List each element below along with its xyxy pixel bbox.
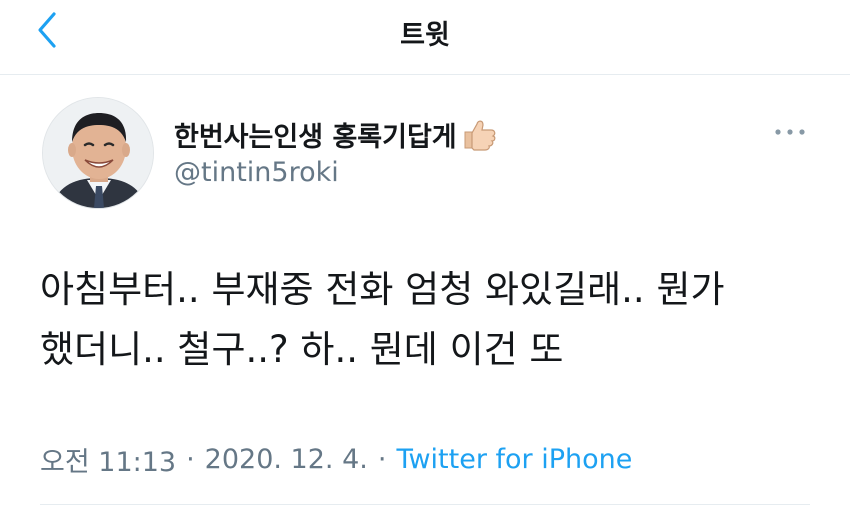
page-title: 트윗	[400, 20, 450, 51]
tweet-source-link[interactable]: Twitter for iPhone	[396, 444, 632, 475]
meta-separator: ·	[377, 443, 387, 475]
tweet-detail-screen: 트윗 한번사는인생 홍록기답게 @tintin5roki 아침부터.. 부재중 …	[0, 0, 850, 511]
more-options-button[interactable]	[770, 120, 810, 144]
divider	[40, 504, 810, 505]
author-handle[interactable]: @tintin5roki	[174, 157, 339, 188]
author-name-row[interactable]: 한번사는인생 홍록기답게	[174, 114, 499, 154]
author-display-name[interactable]: 한번사는인생 홍록기답게	[174, 115, 457, 154]
tweet-meta: 오전 11:13 · 2020. 12. 4. · Twitter for iP…	[40, 437, 632, 481]
avatar[interactable]	[42, 97, 154, 209]
meta-separator: ·	[186, 443, 195, 475]
top-nav-bar: 트윗	[0, 0, 850, 75]
tweet-time: 오전 11:13	[40, 446, 177, 478]
thumbs-up-icon	[459, 114, 499, 154]
more-dots-icon	[775, 129, 805, 135]
avatar-image	[43, 98, 153, 208]
tweet-date: 2020. 12. 4.	[204, 443, 368, 475]
tweet-text: 아침부터.. 부재중 전화 엄청 와있길래.. 뭔가 했더니.. 철구..? 하…	[40, 268, 725, 371]
